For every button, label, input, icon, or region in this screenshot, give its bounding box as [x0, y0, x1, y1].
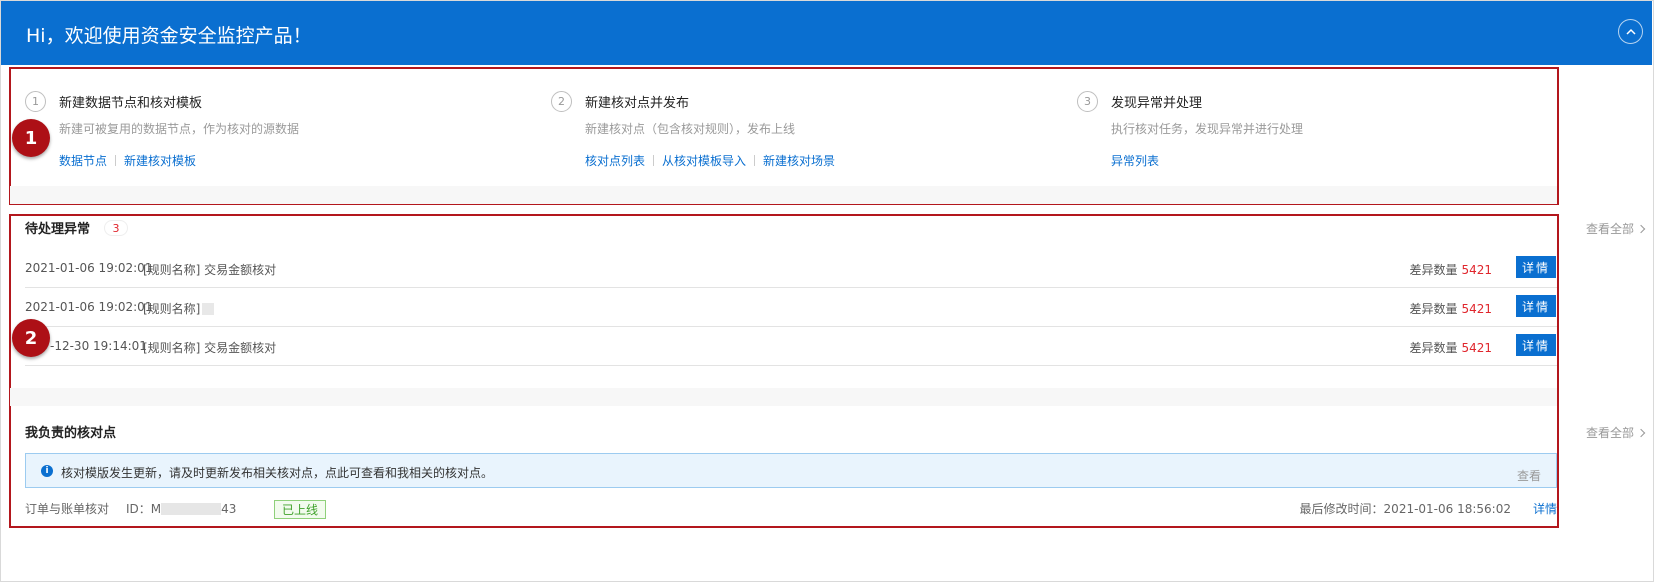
diff-label: 差异数量 [1409, 263, 1458, 277]
checkpoint-name: 订单与账单核对 [25, 502, 110, 516]
redacted-text [202, 303, 215, 315]
checkpoint-id: ID：M 43 [126, 500, 236, 517]
anomaly-time: 2021-01-06 19:02:01 [25, 300, 153, 314]
link-separator [115, 155, 117, 166]
update-notice[interactable]: i 核对模版发生更新，请及时更新发布相关核对点，点此可查看和我相关的核对点。 查… [25, 453, 1557, 488]
checkpoint-detail-link[interactable]: 详情 [1533, 500, 1557, 517]
my-checkpoints-title: 我负责的核对点 [25, 426, 117, 441]
diff-count: 差异数量 5421 [1409, 261, 1492, 278]
diff-count: 差异数量 5421 [1409, 300, 1492, 317]
pending-anomalies-title: 待处理异常 [25, 222, 91, 237]
chevron-right-icon [1636, 224, 1646, 234]
banner-title: Hi，欢迎使用资金安全监控产品！ [26, 25, 312, 47]
anomaly-row: 2021-01-06 19:02:01 [规则名称] 差异数量 5421 详情 [25, 288, 1557, 327]
status-badge: 已上线 [274, 500, 327, 519]
notice-message: 核对模版发生更新，请及时更新发布相关核对点，点此可查看和我相关的核对点。 [61, 466, 494, 480]
anomaly-rule: [规则名称] 交易金额核对 [143, 341, 277, 355]
step-description: 新建可被复用的数据节点，作为核对的源数据 [59, 122, 300, 136]
diff-count: 差异数量 5421 [1409, 339, 1492, 356]
view-all-label: 查看全部 [1585, 222, 1634, 236]
rule-label: [规则名称] [143, 302, 201, 316]
step-links: 核对点列表 从核对模板导入 新建核对场景 [585, 152, 835, 169]
anomaly-time: -12-30 19:14:01 [50, 339, 147, 353]
step-number: 2 [551, 91, 572, 112]
diff-value: 5421 [1461, 263, 1492, 277]
step-links: 异常列表 [1111, 152, 1159, 169]
divider-strip [10, 388, 1557, 406]
redacted-text [161, 503, 222, 515]
welcome-banner: Hi，欢迎使用资金安全监控产品！ [1, 1, 1652, 65]
pending-view-all-link[interactable]: 查看全部 [1585, 220, 1646, 237]
checkpoint-row: 订单与账单核对 ID：M 43 已上线 最后修改时间：2021-01-06 18:… [25, 498, 1557, 519]
link-import-from-template[interactable]: 从核对模板导入 [662, 154, 746, 168]
step-description: 新建核对点（包含核对规则），发布上线 [585, 122, 796, 136]
detail-button[interactable]: 详情 [1516, 295, 1556, 317]
view-all-label: 查看全部 [1585, 426, 1634, 440]
step-title: 新建数据节点和核对模板 [59, 96, 203, 111]
annotation-marker-1: 1 [12, 119, 50, 157]
id-prefix: ID：M [126, 502, 162, 516]
link-data-node[interactable]: 数据节点 [59, 154, 107, 168]
anomaly-rule: [规则名称] [143, 300, 215, 317]
link-new-template[interactable]: 新建核对模板 [124, 154, 196, 168]
last-modified: 最后修改时间：2021-01-06 18:56:02 [1299, 502, 1511, 516]
my-checkpoints-view-all-link[interactable]: 查看全部 [1585, 424, 1646, 441]
notice-view-link[interactable]: 查看 [1517, 467, 1541, 484]
link-anomaly-list[interactable]: 异常列表 [1111, 154, 1159, 168]
diff-value: 5421 [1461, 302, 1492, 316]
id-suffix: 43 [221, 502, 237, 516]
step-description: 执行核对任务，发现异常并进行处理 [1111, 122, 1304, 136]
link-separator [754, 155, 756, 166]
step-title: 发现异常并处理 [1111, 96, 1203, 111]
step-number: 3 [1077, 91, 1098, 112]
divider-strip [10, 186, 1557, 204]
step-number: 1 [25, 91, 46, 112]
anomaly-time: 2021-01-06 19:02:01 [25, 261, 153, 275]
diff-label: 差异数量 [1409, 302, 1458, 316]
anomaly-row: -12-30 19:14:01 [规则名称] 交易金额核对 差异数量 5421 详… [25, 327, 1557, 366]
diff-value: 5421 [1461, 341, 1492, 355]
detail-button[interactable]: 详情 [1516, 334, 1556, 356]
chevron-up-icon [1625, 28, 1636, 35]
anomaly-row: 2021-01-06 19:02:01 [规则名称] 交易金额核对 差异数量 54… [25, 249, 1557, 288]
link-separator [653, 155, 655, 166]
pending-count-badge: 3 [104, 220, 128, 236]
info-icon: i [41, 465, 53, 477]
link-checkpoint-list[interactable]: 核对点列表 [585, 154, 645, 168]
step-links: 数据节点 新建核对模板 [59, 152, 196, 169]
chevron-right-icon [1636, 428, 1646, 438]
step-title: 新建核对点并发布 [585, 96, 690, 111]
annotation-marker-2: 2 [12, 319, 50, 357]
collapse-button[interactable] [1618, 19, 1643, 44]
diff-label: 差异数量 [1409, 341, 1458, 355]
link-new-scene[interactable]: 新建核对场景 [763, 154, 835, 168]
detail-button[interactable]: 详情 [1516, 256, 1556, 278]
anomaly-rule: [规则名称] 交易金额核对 [143, 263, 277, 277]
